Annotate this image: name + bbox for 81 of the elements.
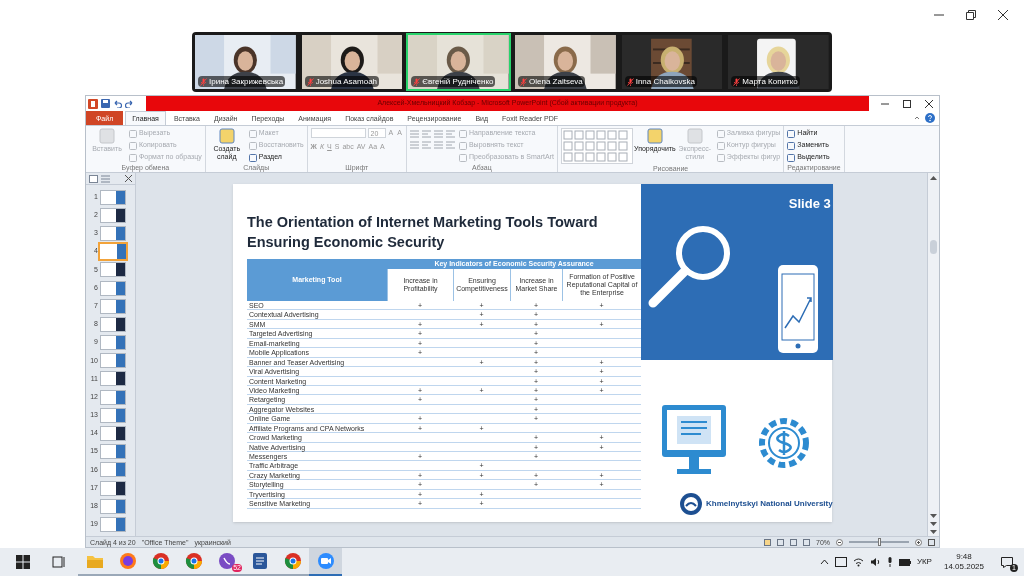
clock[interactable]: 9:48 14.05.2025: [937, 552, 990, 572]
font-name-field[interactable]: [310, 128, 366, 139]
slides-tab-icon[interactable]: [89, 174, 98, 183]
chevron-up-icon[interactable]: [819, 559, 829, 565]
notification-icon: [1001, 556, 1013, 568]
battery-icon[interactable]: [898, 558, 911, 566]
save-icon[interactable]: [101, 99, 110, 108]
slide-title: The Orientation of Internet Marketing Tools Toward Ensuring Economic Security: [247, 213, 599, 252]
slide-thumbnail[interactable]: [100, 207, 126, 223]
slide-thumbnail[interactable]: [100, 389, 126, 405]
browser-icon: [118, 552, 137, 570]
command-icon: [218, 128, 235, 144]
volume-icon[interactable]: [869, 557, 881, 567]
document-icon: [250, 552, 269, 570]
participant-name: Ірина Закрижевська: [209, 77, 284, 86]
slideshow-icon[interactable]: [803, 538, 810, 546]
participant-name: Євгеній Рудніченко: [422, 77, 494, 86]
slide-thumbnail[interactable]: [100, 407, 126, 423]
help-icon[interactable]: [925, 113, 935, 123]
close-icon[interactable]: [125, 175, 132, 182]
close-icon[interactable]: [925, 99, 933, 108]
slide-thumbnail[interactable]: [100, 189, 126, 205]
input-language[interactable]: УКР: [916, 556, 932, 568]
video-call-icon: [316, 552, 335, 570]
taskbar-button[interactable]: [309, 548, 342, 576]
slide-thumbnail[interactable]: [100, 426, 126, 442]
slide-thumbnail[interactable]: [100, 353, 126, 369]
fit-slide-icon[interactable]: [928, 538, 935, 546]
slide-sorter-icon[interactable]: [777, 538, 784, 546]
tray-app-icon[interactable]: [834, 557, 847, 567]
participant-name: Joshua Asamoah: [315, 77, 378, 86]
command-icon: [686, 128, 703, 144]
slide-thumbnail[interactable]: [100, 444, 126, 460]
slide-thumbnail[interactable]: [100, 498, 126, 514]
browser-icon: [151, 552, 170, 570]
slide-thumbnail[interactable]: [100, 462, 126, 478]
phone-chart-icon: [776, 264, 819, 354]
wifi-icon[interactable]: [852, 557, 864, 567]
microphone-icon[interactable]: [886, 557, 893, 567]
slide-thumbnail[interactable]: [100, 225, 126, 241]
task-view-icon[interactable]: [52, 555, 66, 569]
redo-icon[interactable]: [125, 99, 134, 108]
scroll-thumb[interactable]: [930, 240, 937, 254]
video-tile[interactable]: Марта Копитко: [726, 33, 832, 91]
video-tile[interactable]: Olena Zaitseva: [513, 33, 618, 91]
scroll-down-icon[interactable]: [930, 514, 937, 534]
slide-label: Slide 3: [788, 195, 831, 213]
maximize-icon[interactable]: [903, 99, 911, 108]
zoom-out-icon[interactable]: [836, 538, 843, 546]
slide-thumbnail[interactable]: [100, 371, 126, 387]
browser-icon: [283, 552, 302, 570]
zoom-in-icon[interactable]: [915, 538, 922, 546]
restore-icon[interactable]: [966, 10, 976, 20]
slide-thumbnail[interactable]: [100, 316, 126, 332]
normal-view-icon[interactable]: [764, 538, 771, 546]
video-tile[interactable]: Євгеній Рудніченко: [406, 33, 511, 91]
slide-thumbnail[interactable]: [100, 516, 126, 532]
slide-thumbnail[interactable]: [100, 298, 126, 314]
command-icon: [646, 128, 663, 144]
participant-name: Марта Копитко: [742, 77, 798, 86]
video-tile[interactable]: Joshua Asamoah: [299, 33, 405, 91]
slide-thumbnail[interactable]: [100, 262, 126, 278]
video-tile[interactable]: Ірина Закрижевська: [193, 33, 298, 91]
scrollbar[interactable]: [927, 173, 939, 536]
app-icon[interactable]: [88, 98, 98, 109]
browser-icon: [184, 552, 203, 570]
reading-view-icon[interactable]: [790, 538, 797, 546]
slide-thumbnail[interactable]: [100, 280, 126, 296]
command-icon: [99, 128, 115, 144]
undo-icon[interactable]: [113, 99, 122, 108]
university-logo: [679, 492, 703, 516]
video-tile[interactable]: Inna Chaikovska: [619, 33, 725, 91]
participant-name: Inna Chaikovska: [635, 77, 695, 86]
slide-thumbnail[interactable]: [100, 480, 126, 496]
slide-thumbnail[interactable]: [100, 244, 126, 260]
start-icon[interactable]: [16, 555, 30, 569]
close-icon[interactable]: [998, 10, 1008, 20]
slide-thumbnail[interactable]: [100, 335, 126, 351]
scroll-up-icon[interactable]: [930, 175, 937, 180]
university-name: Khmelnytskyi National University: [706, 498, 833, 510]
participant-name: Olena Zaitseva: [529, 77, 583, 86]
